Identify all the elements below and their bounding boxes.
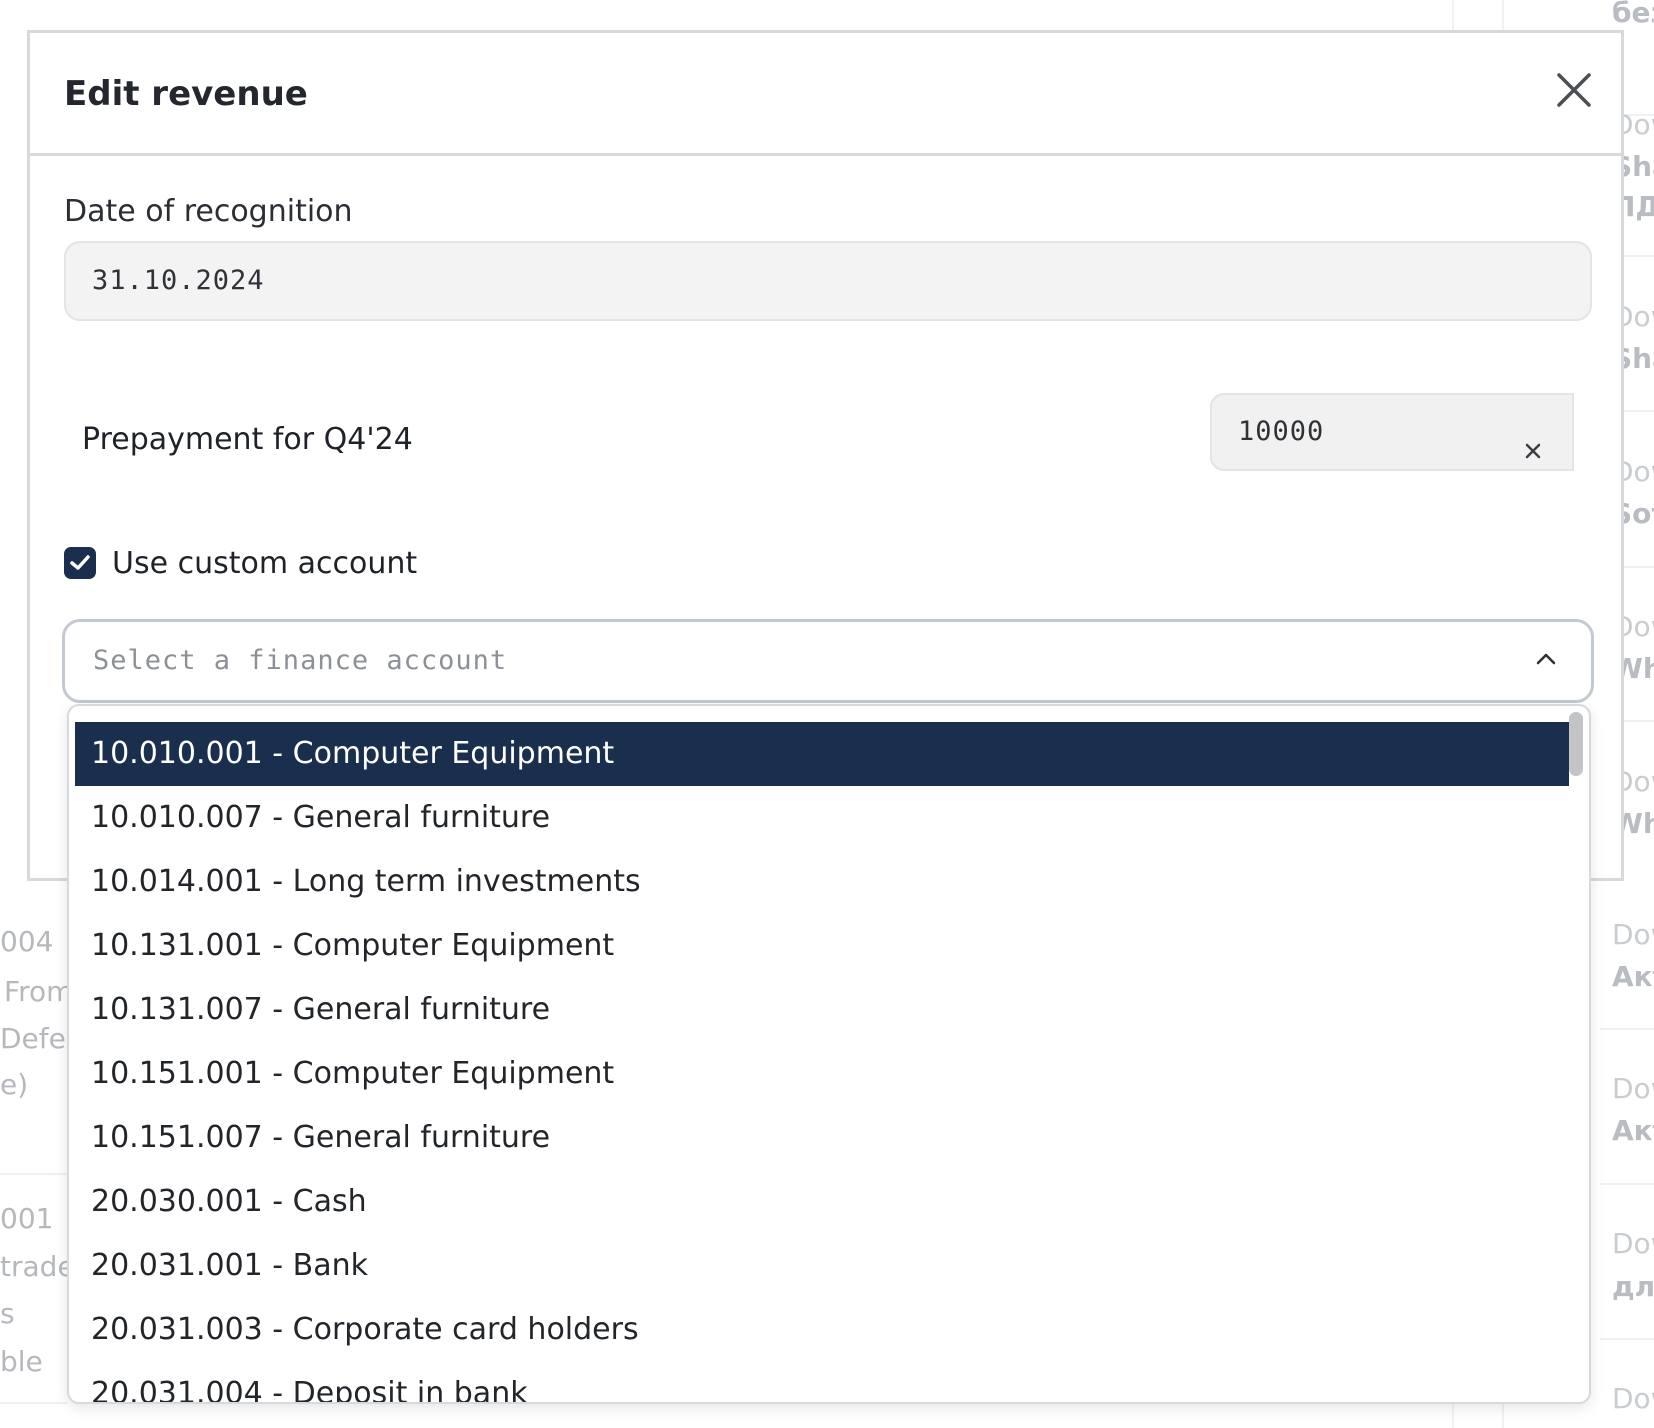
amount-value: 10000 — [1238, 416, 1325, 447]
background-text: From — [4, 975, 74, 1008]
finance-account-options: 10.010.001 - Computer Equipment 10.010.0… — [75, 722, 1569, 1402]
use-custom-account-label[interactable]: Use custom account — [112, 546, 417, 582]
background-row-divider — [1600, 1028, 1654, 1030]
clear-amount-button[interactable] — [1520, 419, 1546, 459]
checkmark-icon — [70, 555, 90, 570]
account-option[interactable]: 10.010.001 - Computer Equipment — [75, 722, 1569, 786]
background-text: Dow — [1612, 1382, 1654, 1415]
background-text: s — [0, 1297, 15, 1330]
modal-header: Edit revenue — [30, 33, 1621, 156]
close-icon — [1557, 73, 1591, 107]
date-of-recognition-input[interactable]: 31.10.2024 — [64, 241, 1592, 321]
page: без Dow Sha ПД Dow Sha Dow Sof Dow Wh Do… — [0, 0, 1654, 1428]
background-text: Акт — [1612, 1114, 1654, 1147]
background-row-divider — [1600, 1338, 1654, 1340]
finance-account-placeholder: Select a finance account — [93, 645, 508, 676]
account-option[interactable]: 10.010.007 - General furniture — [75, 786, 1569, 850]
dropdown-scrollbar[interactable] — [1569, 706, 1587, 1402]
background-text: без — [1612, 0, 1654, 29]
modal-title: Edit revenue — [64, 74, 308, 114]
use-custom-account-checkbox[interactable] — [64, 547, 96, 579]
background-text: 001 — [0, 1202, 54, 1235]
background-text: ble — [0, 1345, 43, 1378]
account-option[interactable]: 20.031.003 - Corporate card holders — [75, 1298, 1569, 1362]
account-option[interactable]: 10.131.007 - General furniture — [75, 978, 1569, 1042]
clear-icon — [1525, 443, 1541, 459]
background-text: trade — [0, 1250, 75, 1283]
account-option[interactable]: 10.131.001 - Computer Equipment — [75, 914, 1569, 978]
account-option[interactable]: 10.151.001 - Computer Equipment — [75, 1042, 1569, 1106]
background-text: Dow — [1612, 1072, 1654, 1105]
background-row-divider — [0, 1173, 67, 1175]
dropdown-scrollbar-thumb[interactable] — [1569, 712, 1583, 776]
background-text: Dow — [1612, 918, 1654, 951]
account-option[interactable]: 10.014.001 - Long term investments — [75, 850, 1569, 914]
background-text: для — [1612, 1270, 1654, 1303]
background-text: Dow — [1612, 1227, 1654, 1260]
account-option[interactable]: 20.031.004 - Deposit in bank — [75, 1362, 1569, 1402]
account-option[interactable]: 10.151.007 - General furniture — [75, 1106, 1569, 1170]
finance-account-select[interactable]: Select a finance account — [62, 619, 1594, 703]
chevron-up-icon — [1536, 653, 1556, 665]
date-label: Date of recognition — [64, 194, 353, 229]
finance-account-dropdown[interactable]: 10.010.001 - Computer Equipment 10.010.0… — [67, 704, 1591, 1404]
background-text: Акт — [1612, 960, 1654, 993]
background-row-divider — [1600, 1183, 1654, 1185]
background-row-divider — [0, 1402, 67, 1404]
account-option[interactable]: 20.030.001 - Cash — [75, 1170, 1569, 1234]
account-option[interactable]: 20.031.001 - Bank — [75, 1234, 1569, 1298]
background-text: e) — [0, 1068, 29, 1101]
prepayment-amount-input[interactable]: 10000 — [1210, 393, 1574, 471]
close-button[interactable] — [1549, 65, 1599, 115]
background-text: 004 — [0, 925, 54, 958]
prepayment-label: Prepayment for Q4'24 — [82, 422, 413, 457]
